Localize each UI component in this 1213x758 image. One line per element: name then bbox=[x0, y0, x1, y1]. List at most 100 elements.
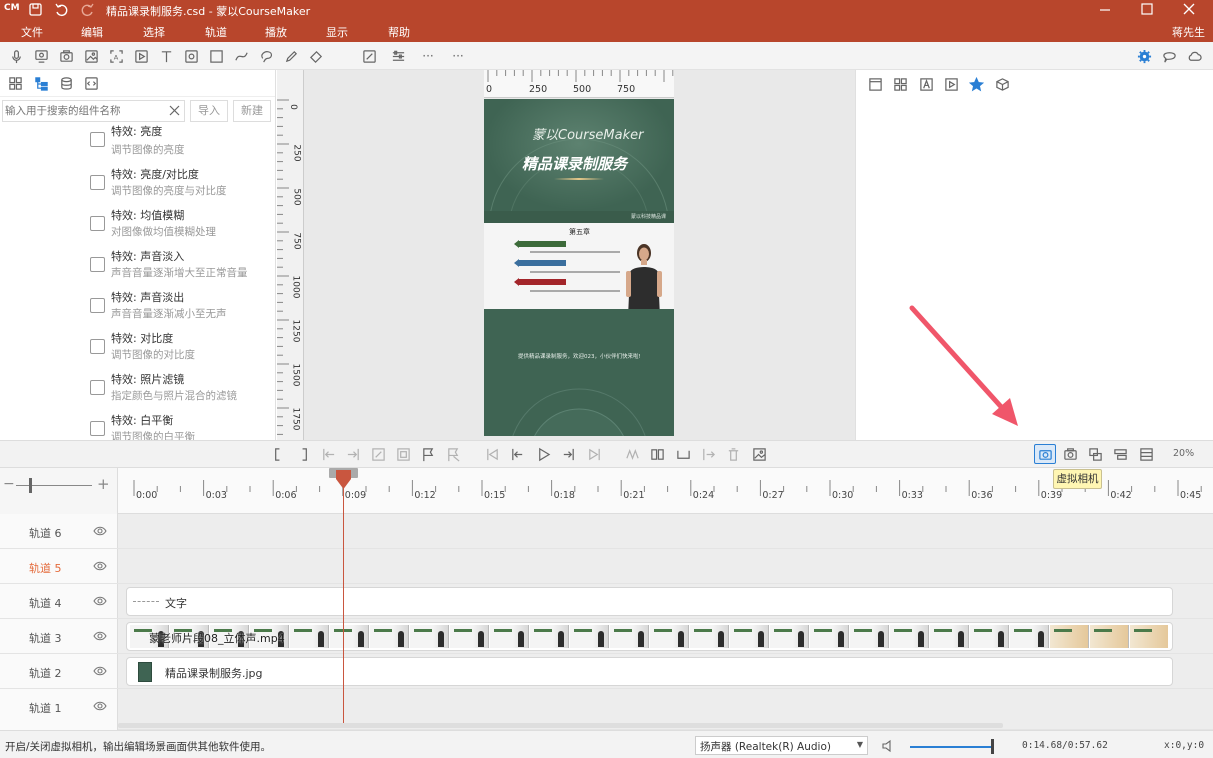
flag-icon[interactable] bbox=[420, 446, 436, 462]
component-item[interactable]: 特效: 对比度 调节图像的对比度 bbox=[90, 330, 270, 371]
text-box-icon[interactable] bbox=[918, 76, 934, 92]
user-name[interactable]: 蒋先生 bbox=[1172, 24, 1205, 40]
go-to-out-icon[interactable] bbox=[345, 446, 361, 462]
window-layout-icon[interactable] bbox=[867, 76, 883, 92]
component-item[interactable]: 特效: 声音淡入 声音音量逐渐增大至正常音量 bbox=[90, 248, 270, 289]
redo-icon[interactable] bbox=[80, 2, 95, 17]
media-player-icon[interactable] bbox=[943, 76, 959, 92]
play-icon[interactable] bbox=[535, 446, 551, 462]
component-search-input[interactable] bbox=[5, 103, 165, 119]
new-button[interactable]: 新建 bbox=[233, 100, 271, 122]
close-icon[interactable] bbox=[1182, 2, 1198, 18]
track-lane-4[interactable]: 文字 bbox=[118, 584, 1213, 619]
more-icon[interactable]: ··· bbox=[420, 48, 436, 64]
menu-view[interactable]: 显示 bbox=[326, 24, 348, 40]
screenshot-camera-icon[interactable] bbox=[1062, 446, 1078, 462]
resize-icon[interactable] bbox=[370, 446, 386, 462]
skip-end-icon[interactable] bbox=[586, 446, 602, 462]
eye-icon[interactable] bbox=[93, 560, 107, 572]
component-checkbox[interactable] bbox=[90, 380, 105, 395]
eye-icon[interactable] bbox=[93, 525, 107, 537]
grid-view-icon[interactable] bbox=[7, 75, 23, 91]
track-header[interactable]: 轨道 5 bbox=[0, 549, 118, 584]
menu-file[interactable]: 文件 bbox=[21, 24, 43, 40]
component-checkbox[interactable] bbox=[90, 421, 105, 436]
timeline-clip-video[interactable]: 蒙老师片段08_立体声.mp4 bbox=[126, 622, 1173, 651]
component-checkbox[interactable] bbox=[90, 132, 105, 147]
component-checkbox[interactable] bbox=[90, 339, 105, 354]
settings-gear-icon[interactable] bbox=[1136, 48, 1152, 64]
component-grid-icon[interactable] bbox=[892, 76, 908, 92]
microphone-icon[interactable] bbox=[8, 48, 24, 64]
track-lane-1[interactable] bbox=[118, 689, 1213, 730]
component-item[interactable]: 特效: 亮度/对比度 调节图像的亮度与对比度 bbox=[90, 166, 270, 207]
next-frame-icon[interactable] bbox=[560, 446, 576, 462]
extend-icon[interactable] bbox=[700, 446, 716, 462]
component-checkbox[interactable] bbox=[90, 216, 105, 231]
audio-device-select[interactable]: 扬声器 (Realtek(R) Audio) ▼ bbox=[695, 736, 868, 755]
component-item[interactable]: 特效: 白平衡 调节图像的白平衡 bbox=[90, 412, 270, 440]
curve-icon[interactable] bbox=[233, 48, 249, 64]
remove-flag-icon[interactable] bbox=[445, 446, 461, 462]
distribute-icon[interactable] bbox=[1138, 446, 1154, 462]
align-icon[interactable] bbox=[1112, 446, 1128, 462]
cloud-icon[interactable] bbox=[1186, 48, 1202, 64]
component-item[interactable]: 特效: 照片滤镜 指定颜色与照片混合的滤镜 bbox=[90, 371, 270, 412]
zoom-out-icon[interactable]: − bbox=[3, 476, 15, 492]
timeline-scrollbar[interactable] bbox=[118, 723, 1003, 728]
scene-preview[interactable]: 蒙以CourseMaker 精品课录制服务 蒙以科技精品课 第五章 提供精品课录 bbox=[484, 99, 674, 436]
timeline-clip-text[interactable]: 文字 bbox=[126, 587, 1173, 616]
menu-select[interactable]: 选择 bbox=[143, 24, 165, 40]
component-checkbox[interactable] bbox=[90, 175, 105, 190]
audio-wave-icon[interactable] bbox=[624, 446, 640, 462]
delete-icon[interactable] bbox=[725, 446, 741, 462]
component-item[interactable]: 特效: 均值模糊 对图像做均值模糊处理 bbox=[90, 207, 270, 248]
webcam-icon[interactable] bbox=[33, 48, 49, 64]
track-lane-3[interactable]: 蒙老师片段08_立体声.mp4 bbox=[118, 619, 1213, 654]
track-lane-2[interactable]: 精品课录制服务.jpg bbox=[118, 654, 1213, 689]
mark-out-icon[interactable] bbox=[295, 446, 311, 462]
track-header[interactable]: 轨道 4 bbox=[0, 584, 118, 619]
eye-icon[interactable] bbox=[93, 700, 107, 712]
screen-capture-icon[interactable]: A bbox=[108, 48, 124, 64]
comment-icon[interactable] bbox=[1161, 48, 1177, 64]
time-ruler[interactable]: 0:00 0:03 0:06 0:09 0:12 0:15 0:18 0:21 0:24 0:27… bbox=[118, 468, 1213, 514]
speaker-icon[interactable] bbox=[881, 739, 897, 753]
maximize-icon[interactable] bbox=[1140, 2, 1156, 18]
component-checkbox[interactable] bbox=[90, 298, 105, 313]
split-icon[interactable] bbox=[649, 446, 665, 462]
track-lane-6[interactable] bbox=[118, 514, 1213, 549]
crop-icon[interactable] bbox=[361, 48, 377, 64]
component-checkbox[interactable] bbox=[90, 257, 105, 272]
fit-icon[interactable] bbox=[395, 446, 411, 462]
arrange-icon[interactable] bbox=[1087, 446, 1103, 462]
eye-icon[interactable] bbox=[93, 595, 107, 607]
image-icon[interactable] bbox=[83, 48, 99, 64]
media-icon[interactable] bbox=[183, 48, 199, 64]
track-lane-5[interactable] bbox=[118, 549, 1213, 584]
previous-frame-icon[interactable] bbox=[509, 446, 525, 462]
database-icon[interactable] bbox=[58, 75, 74, 91]
video-icon[interactable] bbox=[133, 48, 149, 64]
volume-slider-track[interactable] bbox=[910, 746, 992, 748]
mark-in-icon[interactable] bbox=[270, 446, 286, 462]
go-to-in-icon[interactable] bbox=[320, 446, 336, 462]
menu-help[interactable]: 帮助 bbox=[388, 24, 410, 40]
import-button[interactable]: 导入 bbox=[190, 100, 228, 122]
menu-edit[interactable]: 编辑 bbox=[81, 24, 103, 40]
tree-view-icon[interactable] bbox=[33, 75, 49, 91]
adjust-icon[interactable] bbox=[390, 48, 406, 64]
text-icon[interactable] bbox=[158, 48, 174, 64]
code-icon[interactable] bbox=[83, 75, 99, 91]
effects-star-icon[interactable] bbox=[968, 76, 984, 92]
zoom-slider-handle[interactable] bbox=[29, 478, 32, 493]
zoom-in-icon[interactable]: + bbox=[97, 475, 110, 493]
more-icon-2[interactable]: ··· bbox=[450, 48, 466, 64]
component-item[interactable]: 特效: 亮度 调节图像的亮度 bbox=[90, 125, 270, 166]
trim-icon[interactable] bbox=[675, 446, 691, 462]
pen-icon[interactable] bbox=[283, 48, 299, 64]
minimize-icon[interactable] bbox=[1097, 2, 1113, 18]
virtual-camera-button[interactable] bbox=[1034, 444, 1056, 464]
3d-cube-icon[interactable] bbox=[994, 76, 1010, 92]
component-item[interactable]: 特效: 声音淡出 声音音量逐渐减小至无声 bbox=[90, 289, 270, 330]
